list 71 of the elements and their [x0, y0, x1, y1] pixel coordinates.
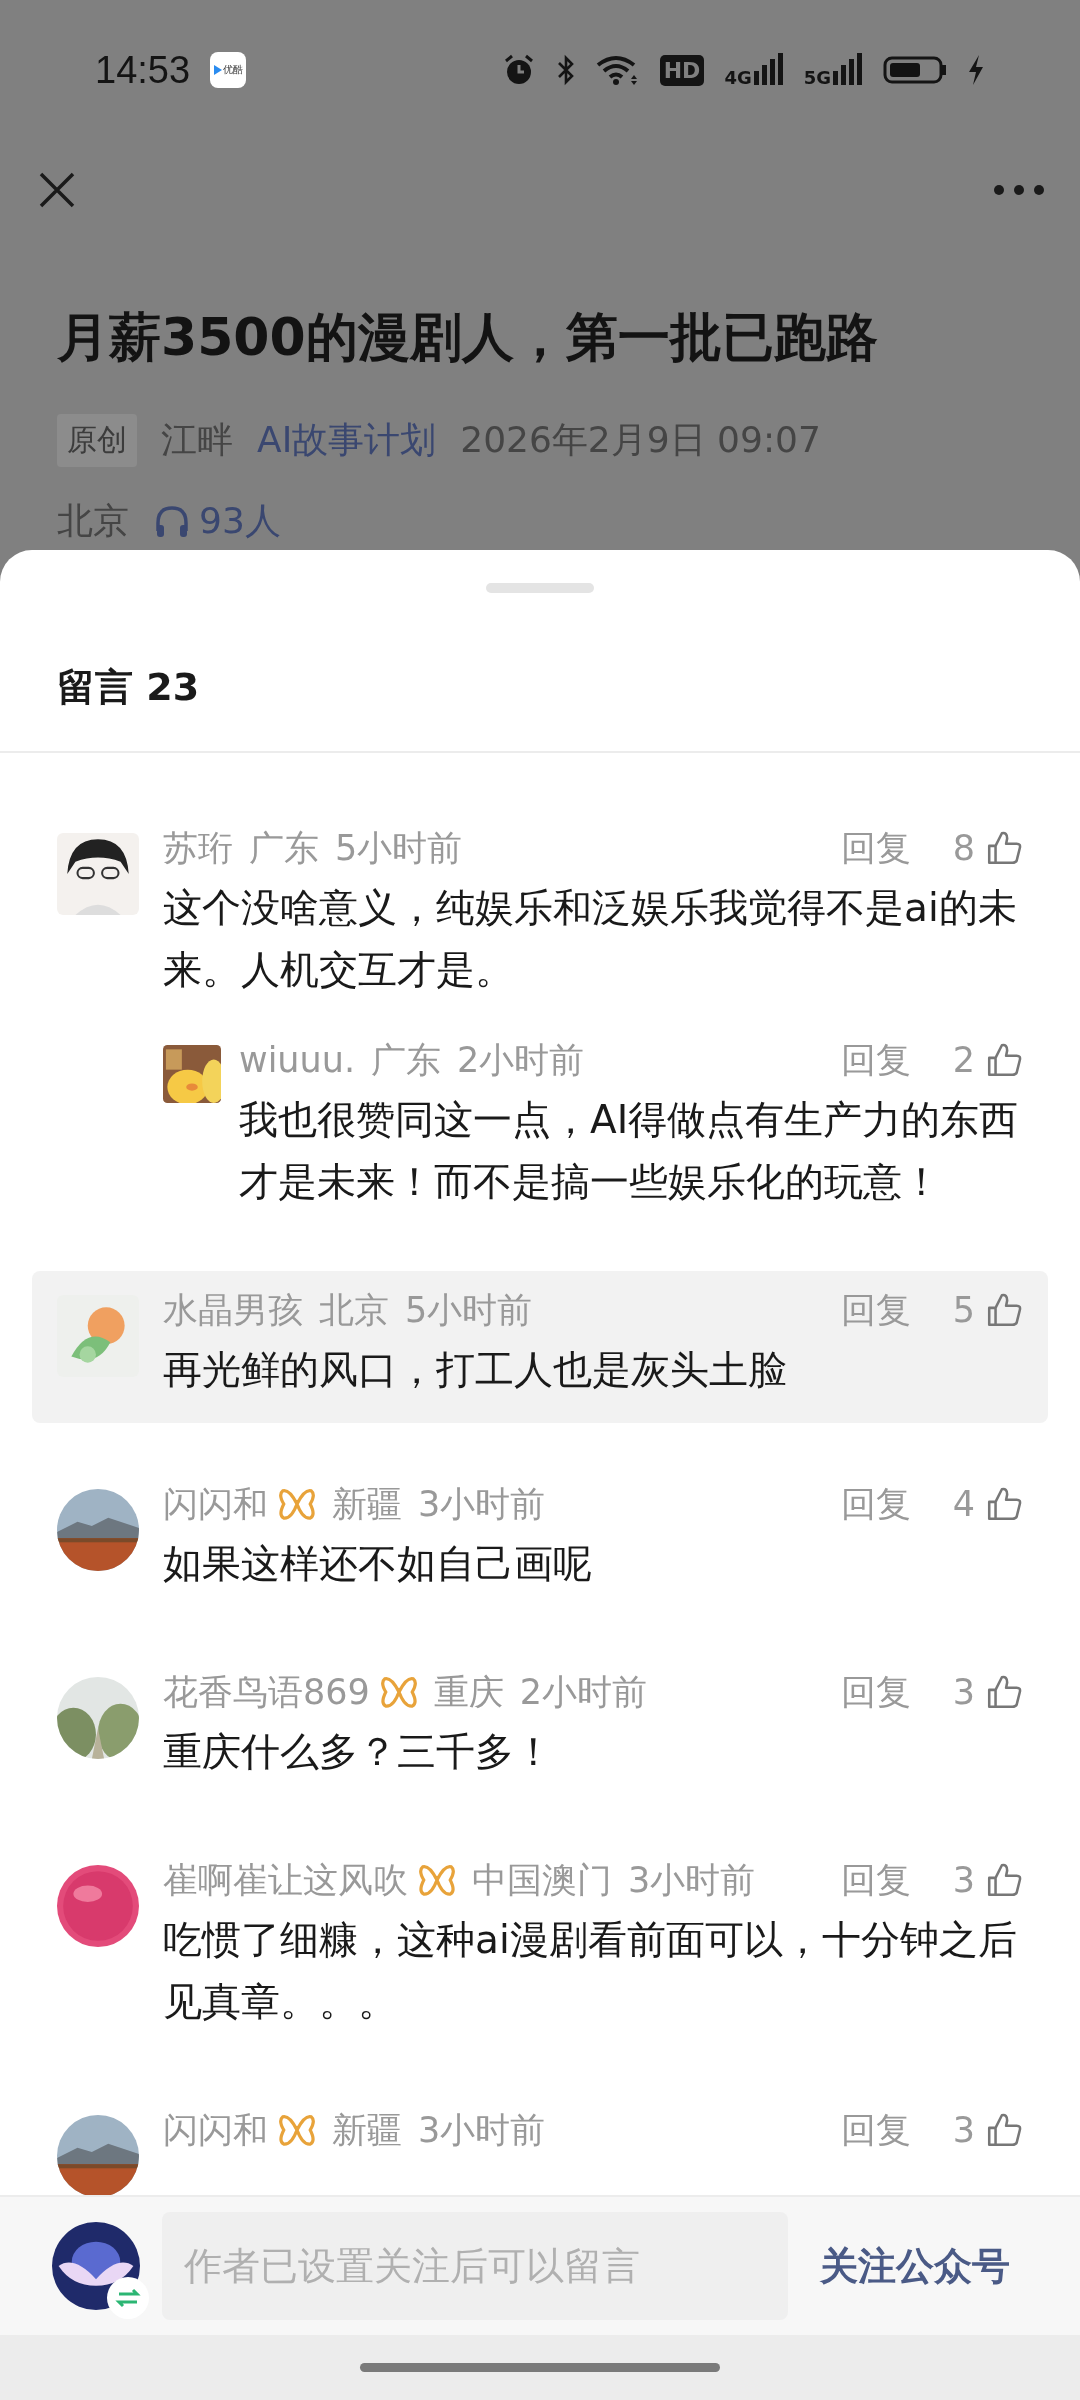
like-count: 5 — [952, 1289, 975, 1332]
time: 3小时前 — [418, 1483, 546, 1526]
time: 5小时前 — [405, 1289, 533, 1332]
clock: 14:53 — [95, 48, 191, 92]
time: 3小时前 — [628, 1859, 756, 1902]
like-count: 4 — [952, 1483, 975, 1526]
region: 广东 — [371, 1039, 442, 1082]
like-count: 8 — [952, 827, 975, 870]
reply-link[interactable]: 回复 — [840, 1663, 911, 1721]
swap-icon[interactable] — [106, 2276, 150, 2320]
thumbs-up-icon[interactable] — [985, 1673, 1023, 1711]
thumbs-up-icon[interactable] — [985, 2111, 1023, 2149]
comment-text: 重庆什么多？三千多！ — [163, 1728, 554, 1776]
author-name: 江畔 — [161, 418, 233, 462]
like-count: 3 — [952, 1859, 975, 1902]
time: 3小时前 — [418, 2109, 546, 2152]
username[interactable]: 崔啊崔让这风吹 — [163, 1851, 408, 1909]
drag-handle[interactable] — [486, 583, 594, 593]
region: 中国澳门 — [472, 1859, 612, 1902]
region: 重庆 — [433, 1671, 504, 1714]
username[interactable]: 闪闪和 — [163, 2101, 268, 2159]
region: 广东 — [249, 827, 319, 870]
comment-text: 如果这样还不如自己画呢 — [163, 1540, 593, 1588]
region: 新疆 — [332, 2109, 402, 2152]
reply-link[interactable]: 回复 — [840, 2101, 911, 2159]
username[interactable]: 闪闪和 — [163, 1475, 268, 1533]
comments-title: 留言 23 — [0, 593, 1080, 753]
butterfly-icon — [379, 1675, 418, 1709]
app-notification-icon: 优酷 — [210, 52, 247, 88]
thumbs-up-icon[interactable] — [985, 1485, 1023, 1523]
time: 2小时前 — [457, 1039, 585, 1082]
reply-link[interactable]: 回复 — [840, 1851, 911, 1909]
reply-link[interactable]: 回复 — [840, 1031, 911, 1089]
time: 2小时前 — [519, 1671, 648, 1714]
comment-text: 吃惯了细糠，这种ai漫剧看前面可以，十分钟之后见真章。。。 — [163, 1916, 1018, 2026]
like-count: 3 — [952, 2109, 975, 2152]
thumbs-up-icon[interactable] — [985, 1861, 1023, 1899]
bluetooth-icon — [555, 53, 576, 87]
hd-voice-indicator: HD — [659, 54, 705, 86]
butterfly-icon — [278, 1487, 316, 1521]
reply-link[interactable]: 回复 — [840, 1281, 911, 1339]
publish-date: 2026年2月9日 09:07 — [460, 418, 821, 462]
comment-text: 这个没啥意义，纯娱乐和泛娱乐我觉得不是ai的未来。人机交互才是。 — [163, 884, 1018, 994]
account-link[interactable]: AI故事计划 — [257, 416, 437, 465]
time: 5小时前 — [335, 827, 463, 870]
username[interactable]: 水晶男孩 — [163, 1281, 303, 1339]
comment-text: 再光鲜的风口，打工人也是灰头土脸 — [163, 1346, 788, 1394]
like-count: 2 — [952, 1039, 975, 1082]
username[interactable]: 花香鸟语869 — [163, 1663, 370, 1721]
username[interactable]: wiuuu. — [239, 1031, 356, 1089]
charging-icon — [967, 53, 985, 87]
follow-button[interactable]: 关注公众号 — [820, 2240, 1010, 2292]
region: 新疆 — [332, 1483, 402, 1526]
location: 北京 — [57, 499, 129, 543]
like-count: 3 — [952, 1671, 975, 1714]
region: 北京 — [319, 1289, 389, 1332]
wifi-icon — [595, 53, 640, 87]
thumbs-up-icon[interactable] — [985, 1041, 1023, 1079]
more-icon[interactable] — [993, 184, 1045, 196]
butterfly-icon — [418, 1863, 456, 1897]
original-tag: 原创 — [57, 414, 137, 467]
thumbs-up-icon[interactable] — [985, 1291, 1023, 1329]
listener-count: 93人 — [199, 499, 281, 543]
reply-link[interactable]: 回复 — [840, 819, 911, 877]
butterfly-icon — [278, 2113, 316, 2147]
username[interactable]: 苏珩 — [163, 819, 233, 877]
comment-input-field[interactable]: 作者已设置关注后可以留言 — [162, 2212, 788, 2320]
comment-text: 我也很赞同这一点，AI得做点有生产力的东西才是未来！而不是搞一些娱乐化的玩意！ — [239, 1096, 1020, 1206]
thumbs-up-icon[interactable] — [985, 829, 1023, 867]
reply-link[interactable]: 回复 — [840, 1475, 911, 1533]
article-title: 月薪3500的漫剧人，第一批已跑路 — [57, 306, 879, 369]
